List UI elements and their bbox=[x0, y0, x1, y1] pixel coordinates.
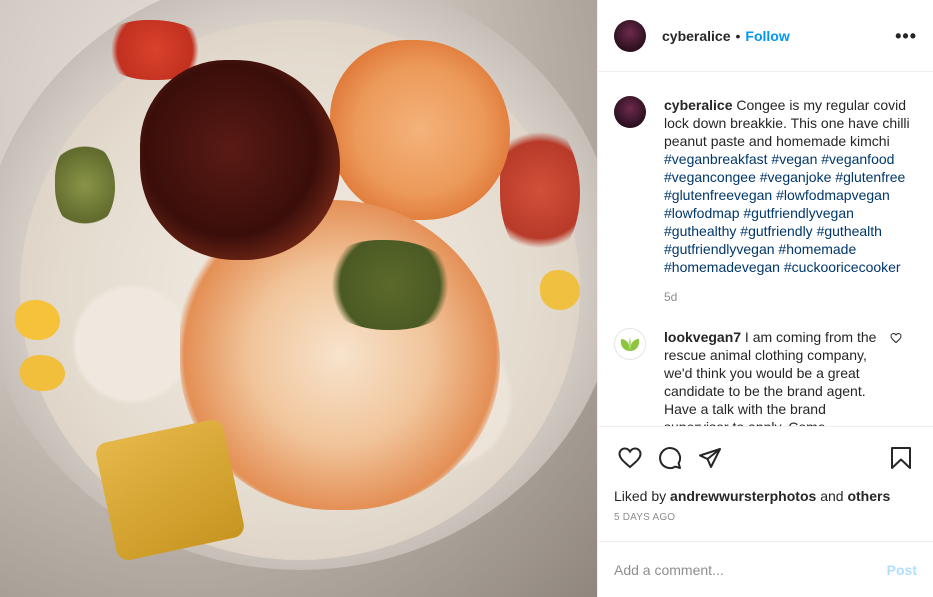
hashtag-link[interactable]: #guthealthy bbox=[664, 223, 736, 239]
avatar[interactable] bbox=[614, 328, 646, 360]
hashtag-link[interactable]: #glutenfreevegan bbox=[664, 187, 772, 203]
comment-input[interactable] bbox=[614, 561, 887, 578]
liked-by-user[interactable]: andrewwursterphotos bbox=[670, 488, 816, 504]
hashtag-link[interactable]: #veganjoke bbox=[760, 169, 832, 185]
post-comment-button[interactable]: Post bbox=[887, 562, 917, 578]
like-comment-icon[interactable] bbox=[890, 332, 902, 344]
hashtag-link[interactable]: #glutenfree bbox=[835, 169, 905, 185]
likes-summary: Liked by andrewwursterphotos and others bbox=[598, 488, 933, 506]
comment-item: lookvegan7 I am coming from the rescue a… bbox=[614, 328, 917, 426]
corn bbox=[20, 355, 65, 391]
comment-bubble-icon bbox=[659, 446, 682, 469]
heart-icon bbox=[618, 446, 642, 468]
leaf-icon bbox=[620, 337, 640, 351]
header-username[interactable]: cyberalice bbox=[662, 28, 731, 44]
hashtag-link[interactable]: #gutfriendly bbox=[740, 223, 812, 239]
corn bbox=[540, 270, 580, 310]
hashtag-link[interactable]: #cuckooricecooker bbox=[784, 259, 901, 275]
more-options-icon[interactable]: ••• bbox=[895, 27, 917, 45]
like-button[interactable] bbox=[610, 438, 650, 478]
caption-username[interactable]: cyberalice bbox=[664, 97, 733, 113]
add-comment-bar: Post bbox=[598, 541, 933, 597]
comment-username[interactable]: lookvegan7 bbox=[664, 329, 741, 345]
comment-body: lookvegan7 I am coming from the rescue a… bbox=[664, 328, 878, 426]
liked-by-others[interactable]: others bbox=[847, 488, 890, 504]
post-sidebar: cyberalice • Follow ••• cyberalice Conge… bbox=[597, 0, 933, 597]
hashtag-link[interactable]: #homemadevegan bbox=[664, 259, 780, 275]
likes-and: and bbox=[820, 488, 844, 504]
greens bbox=[320, 240, 460, 330]
action-bar bbox=[598, 426, 933, 488]
hashtag-link[interactable]: #veganfood bbox=[821, 151, 894, 167]
comment-button[interactable] bbox=[650, 438, 690, 478]
share-button[interactable] bbox=[690, 438, 730, 478]
likes-prefix: Liked by bbox=[614, 488, 667, 504]
post-timestamp[interactable]: 5 DAYS AGO bbox=[598, 512, 933, 528]
post-header: cyberalice • Follow ••• bbox=[598, 0, 933, 72]
caption: cyberalice Congee is my regular covid lo… bbox=[614, 96, 917, 276]
avatar[interactable] bbox=[614, 96, 646, 128]
paper-plane-icon bbox=[699, 447, 721, 468]
caption-age: 5d bbox=[664, 290, 678, 304]
red-pepper bbox=[500, 120, 580, 260]
hashtag-link[interactable]: #lowfodmapvegan bbox=[776, 187, 890, 203]
hashtag-link[interactable]: #lowfodmap bbox=[664, 205, 740, 221]
hashtag-link[interactable]: #gutfriendlyvegan bbox=[743, 205, 854, 221]
corn bbox=[15, 300, 60, 340]
caption-body: cyberalice Congee is my regular covid lo… bbox=[664, 96, 917, 276]
hashtag-link[interactable]: #guthealth bbox=[817, 223, 882, 239]
hashtag-list: #veganbreakfast #vegan #veganfood #vegan… bbox=[664, 151, 905, 275]
bookmark-icon bbox=[891, 446, 911, 469]
comments-section[interactable]: cyberalice Congee is my regular covid lo… bbox=[598, 72, 933, 426]
post-photo[interactable] bbox=[0, 0, 597, 597]
hashtag-link[interactable]: #vegan bbox=[771, 151, 817, 167]
save-button[interactable] bbox=[881, 438, 921, 478]
instagram-post: cyberalice • Follow ••• cyberalice Conge… bbox=[0, 0, 933, 597]
separator-dot: • bbox=[735, 27, 741, 44]
hashtag-link[interactable]: #veganbreakfast bbox=[664, 151, 768, 167]
hashtag-link[interactable]: #homemade bbox=[778, 241, 856, 257]
hashtag-link[interactable]: #vegancongee bbox=[664, 169, 756, 185]
follow-button[interactable]: Follow bbox=[745, 28, 789, 44]
hashtag-link[interactable]: #gutfriendlyvegan bbox=[664, 241, 775, 257]
zucchini bbox=[55, 140, 115, 230]
avatar[interactable] bbox=[614, 19, 646, 52]
